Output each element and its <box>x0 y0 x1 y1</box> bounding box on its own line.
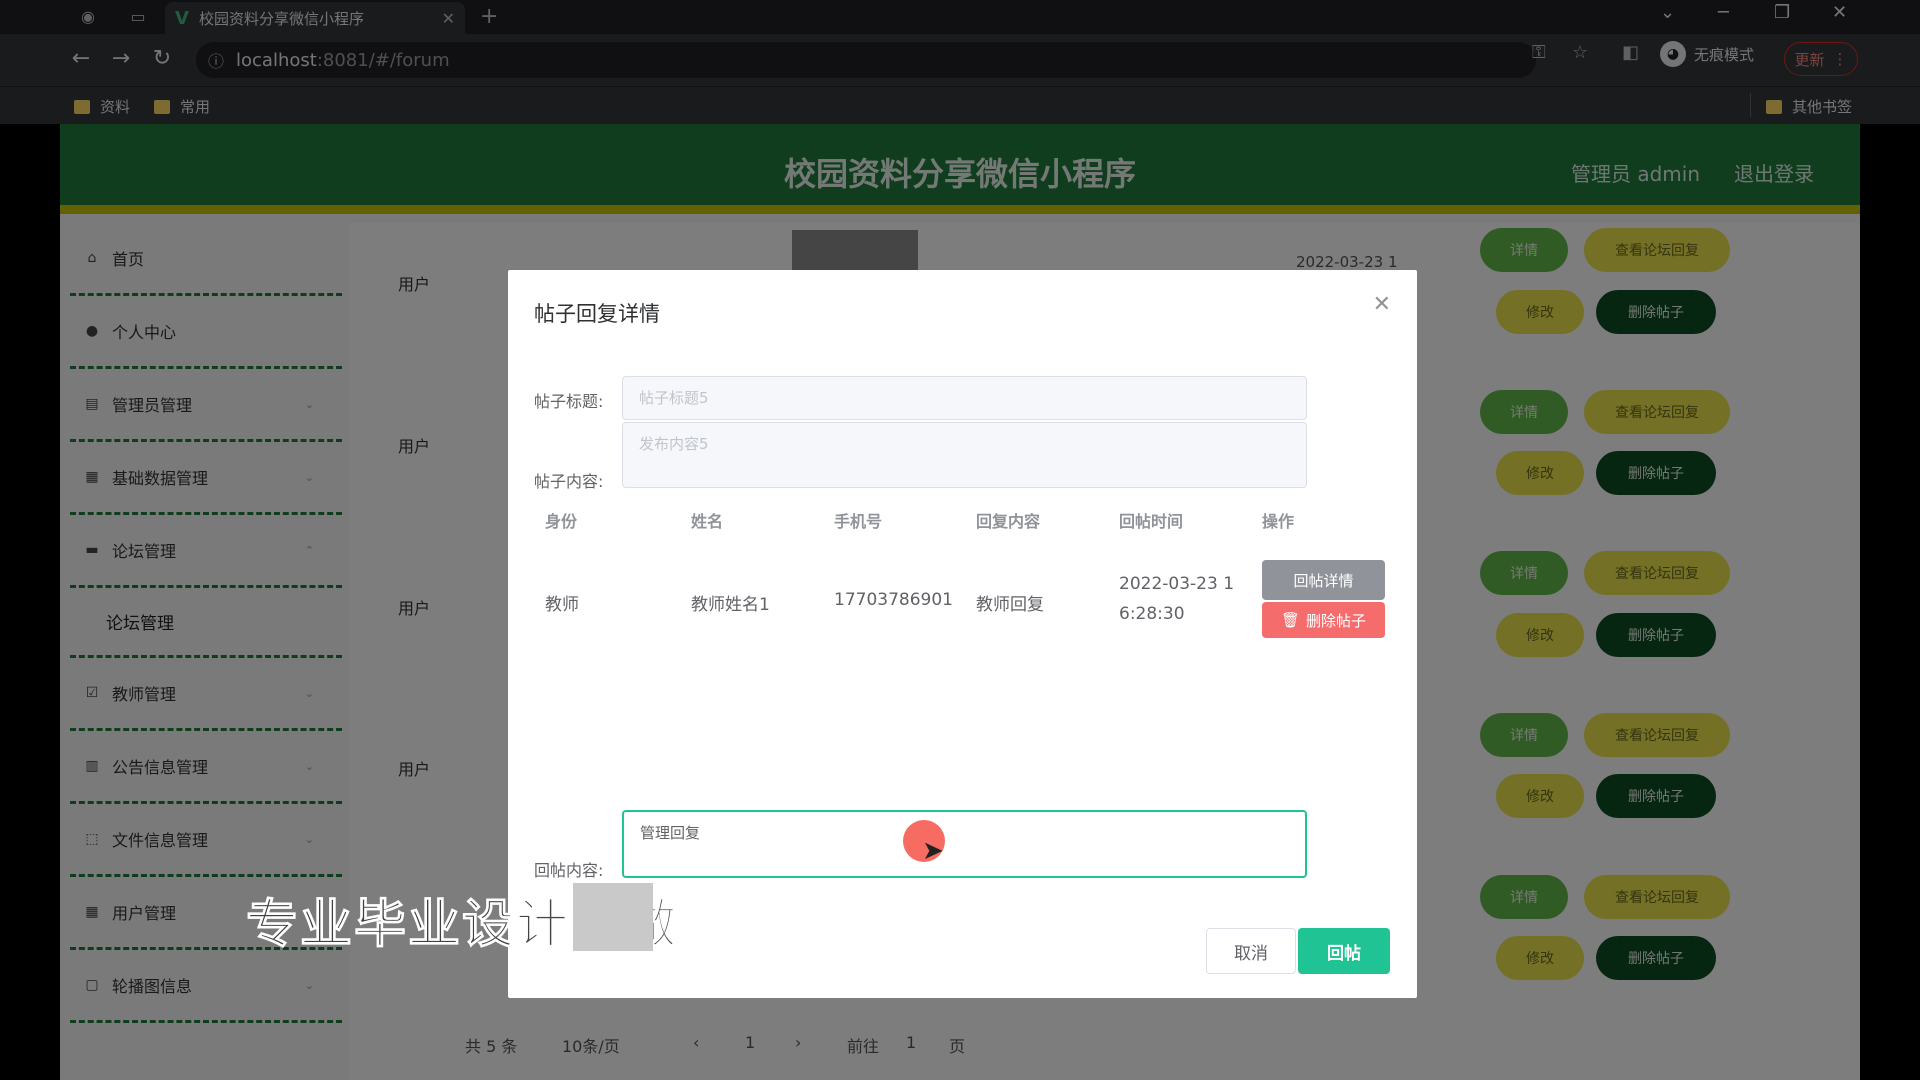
cell-time-date: 2022-03-23 1 <box>1119 574 1235 594</box>
cursor-icon: ➤ <box>922 836 944 866</box>
post-title-label: 帖子标题: <box>534 392 604 411</box>
post-content-label: 帖子内容: <box>534 472 604 491</box>
cell-role: 教师 <box>545 595 579 615</box>
column-header-name: 姓名 <box>691 512 724 531</box>
cell-name: 教师姓名1 <box>691 595 770 615</box>
button-label: 取消 <box>1234 943 1268 964</box>
cell-reply: 教师回复 <box>976 595 1044 615</box>
column-header-actions: 操作 <box>1262 512 1295 531</box>
close-icon[interactable]: ✕ <box>1373 292 1391 317</box>
watermark-blur <box>573 883 653 951</box>
submit-reply-button[interactable]: 回帖 <box>1298 928 1390 974</box>
reply-detail-button[interactable]: 回帖详情 <box>1262 560 1385 600</box>
post-content-textarea[interactable]: 发布内容5 <box>622 422 1307 488</box>
button-label: 回帖 <box>1327 943 1361 964</box>
reply-content-textarea[interactable]: 管理回复 <box>622 810 1307 878</box>
column-header-role: 身份 <box>545 512 578 531</box>
column-header-reply: 回复内容 <box>976 512 1041 531</box>
column-header-time: 回帖时间 <box>1119 512 1184 531</box>
trash-icon: 🗑 <box>1280 611 1301 629</box>
dialog-title: 帖子回复详情 <box>534 302 660 326</box>
cancel-button[interactable]: 取消 <box>1206 928 1296 974</box>
reply-content-label: 回帖内容: <box>534 861 604 880</box>
button-label: 删除帖子 <box>1306 611 1367 630</box>
post-title-input[interactable]: 帖子标题5 <box>622 376 1307 420</box>
delete-reply-button[interactable]: 🗑 删除帖子 <box>1262 602 1385 638</box>
cell-time-clock: 6:28:30 <box>1119 604 1185 624</box>
column-header-phone: 手机号 <box>834 512 883 531</box>
button-label: 回帖详情 <box>1293 571 1354 590</box>
cell-phone: 17703786901 <box>834 590 953 610</box>
